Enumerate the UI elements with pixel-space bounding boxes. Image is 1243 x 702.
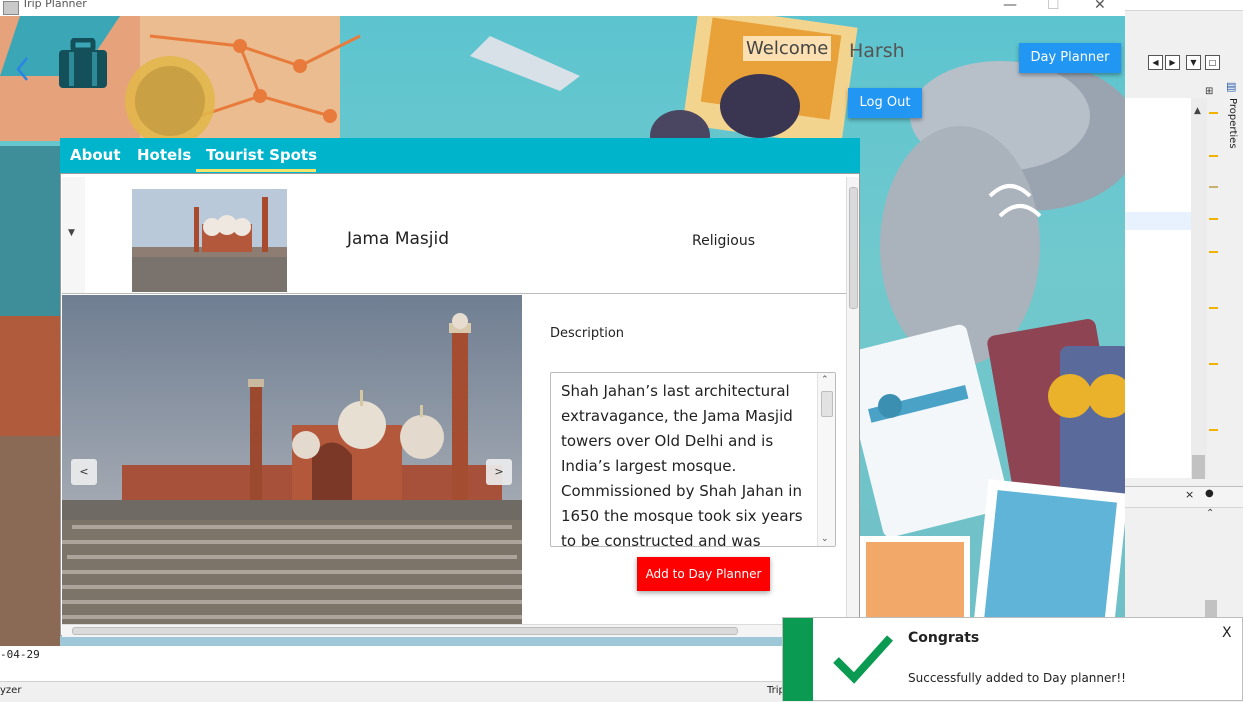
ide-properties-icon[interactable]: ▤ <box>1226 80 1236 93</box>
ide-nav-dropdown-icon[interactable]: ▼ <box>1186 55 1201 70</box>
toast-close-button[interactable]: X <box>1222 625 1232 641</box>
minimize-icon[interactable]: — <box>1003 0 1017 13</box>
ide-error-marker[interactable] <box>1209 155 1218 157</box>
ide-error-marker[interactable] <box>1209 429 1218 431</box>
checkmark-icon <box>832 632 894 688</box>
description-scrollbar[interactable]: ⌃ ⌄ <box>817 373 835 546</box>
panel-hscroll-thumb[interactable] <box>72 627 738 635</box>
username-label: Harsh <box>849 40 905 62</box>
ide-status-left: yzer <box>0 685 22 696</box>
welcome-label: Welcome <box>743 36 832 61</box>
spot-photo <box>62 295 522 624</box>
app-icon <box>3 1 19 15</box>
description-label: Description <box>550 326 625 341</box>
ide-panel-scroll-up-icon[interactable]: ⌃ <box>1206 508 1214 519</box>
collapse-arrow-icon[interactable]: ▼ <box>68 228 75 238</box>
ide-error-marker[interactable] <box>1209 251 1218 253</box>
back-button[interactable] <box>14 54 30 84</box>
ide-properties-tab[interactable]: Properties <box>1226 98 1242 158</box>
ide-scroll-up-icon[interactable]: ▲ <box>1194 106 1201 116</box>
ide-nav-next-icon[interactable]: ▶ <box>1165 55 1180 70</box>
ide-error-marker[interactable] <box>1209 186 1218 188</box>
ide-top-strip <box>1125 0 1243 11</box>
ide-panel-menu-icon[interactable]: ● <box>1205 488 1214 499</box>
add-to-day-planner-button[interactable]: Add to Day Planner <box>637 557 770 591</box>
ide-lower-panel-header: × ● <box>1125 486 1243 508</box>
toast-success-stripe <box>783 618 813 701</box>
maximize-icon[interactable]: ☐ <box>1047 0 1060 13</box>
description-text: Shah Jahan’s last architectural extravag… <box>561 382 803 547</box>
ide-error-marker[interactable] <box>1209 218 1218 220</box>
suitcase-icon <box>56 37 110 90</box>
panel-horizontal-scrollbar[interactable] <box>62 624 846 637</box>
panel-vscroll-thumb[interactable] <box>849 187 858 309</box>
carousel-next-button[interactable]: > <box>486 459 512 485</box>
ide-panel-close-icon[interactable]: × <box>1185 488 1194 501</box>
day-planner-button[interactable]: Day Planner <box>1019 43 1121 73</box>
tab-hotels[interactable]: Hotels <box>137 146 191 164</box>
ide-scroll-thumb[interactable] <box>1192 455 1205 479</box>
ide-nav-prev-icon[interactable]: ◀ <box>1148 55 1163 70</box>
carousel-prev-button[interactable]: < <box>71 459 97 485</box>
description-textarea[interactable]: Shah Jahan’s last architectural extravag… <box>550 372 836 547</box>
spot-thumbnail <box>132 189 287 292</box>
ide-error-marker[interactable] <box>1209 112 1218 114</box>
ide-scroll-gutter[interactable] <box>1191 98 1207 478</box>
scroll-down-icon[interactable]: ⌄ <box>821 534 829 544</box>
ide-error-marker[interactable] <box>1209 363 1218 365</box>
active-tab-indicator <box>196 169 316 172</box>
close-icon[interactable]: ✕ <box>1094 0 1106 13</box>
title-bar: Trip Planner — ☐ ✕ <box>0 0 1125 16</box>
tab-about[interactable]: About <box>70 146 121 164</box>
panel-vertical-scrollbar[interactable] <box>846 177 859 624</box>
spot-category: Religious <box>692 233 755 249</box>
toast-title: Congrats <box>908 630 980 646</box>
chevron-left-icon[interactable] <box>14 54 30 84</box>
scroll-up-icon[interactable]: ⌃ <box>821 375 829 385</box>
spot-name: Jama Masjid <box>347 229 449 249</box>
ide-maximize-icon[interactable]: □ <box>1205 55 1220 70</box>
toast-message: Successfully added to Day planner!! <box>908 671 1126 685</box>
app-window: Trip Planner — ☐ ✕ Welcome Harsh Day Pla… <box>0 0 1125 646</box>
ide-grid-icon[interactable]: ⊞ <box>1205 86 1213 97</box>
window-title: Trip Planner <box>22 0 87 10</box>
ide-output-date: -04-29 <box>0 648 40 661</box>
tab-tourist-spots[interactable]: Tourist Spots <box>206 146 317 164</box>
logout-button[interactable]: Log Out <box>848 88 922 118</box>
ide-editor-area <box>1125 98 1191 478</box>
ide-error-marker[interactable] <box>1209 307 1218 309</box>
description-scroll-thumb[interactable] <box>821 391 833 417</box>
ide-line-highlight <box>1125 212 1191 230</box>
